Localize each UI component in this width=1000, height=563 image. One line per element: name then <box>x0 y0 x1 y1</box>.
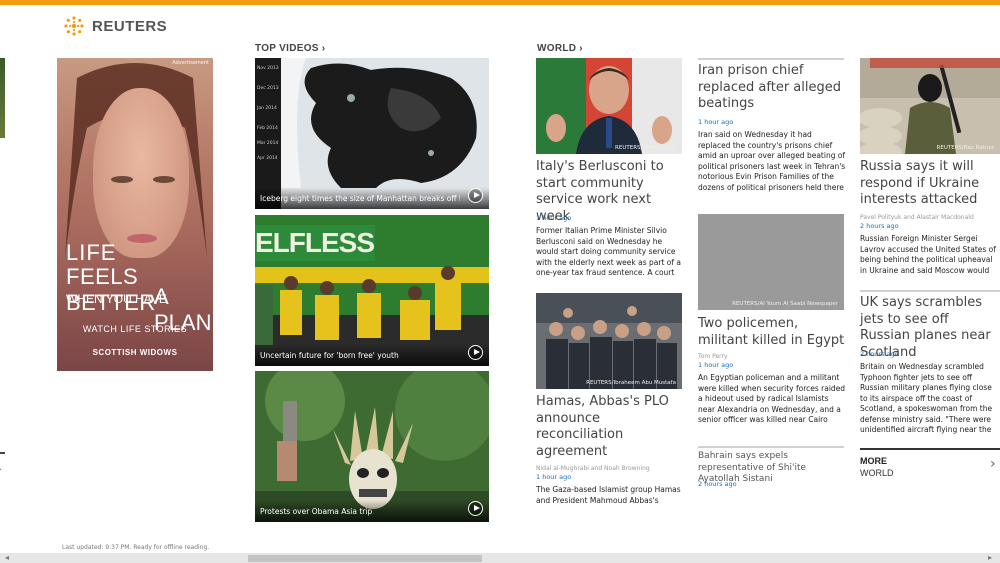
video-caption: Protests over Obama Asia trip <box>260 507 373 516</box>
article-summary: Iran said on Wednesday it had replaced t… <box>698 130 846 192</box>
video-thumbnail-satellite <box>281 58 489 188</box>
ad-lips <box>127 234 157 243</box>
video-date: Jan 2014 <box>257 106 277 111</box>
section-header-world[interactable]: WORLD › <box>537 43 583 54</box>
article-byline: Tom Perry <box>698 353 728 360</box>
video-tile-born-free[interactable]: ELFLESS Uncertain future for 'born free'… <box>255 215 489 366</box>
advertisement[interactable]: Advertisement LIFE FEELS BETTER WHEN YOU… <box>57 58 213 371</box>
article-time: 2 hours ago <box>860 350 899 358</box>
article-headline[interactable]: Two policemen, militant killed in Egypt <box>698 316 846 349</box>
article-summary: Russian Foreign Minister Sergei Lavrov a… <box>860 234 996 275</box>
video-date: Mar 2014 <box>257 141 279 146</box>
article-time: 1 hour ago <box>536 214 572 222</box>
article-time: 1 hour ago <box>698 361 734 369</box>
scroll-right-arrow-icon[interactable]: ▸ <box>988 553 992 562</box>
article-time: 1 hour ago <box>536 473 572 481</box>
article-summary: An Egyptian policeman and a militant wer… <box>698 373 846 427</box>
ad-model-face <box>93 88 189 258</box>
article-image-russia[interactable]: REUTERS/Baz Ratner <box>860 58 1000 154</box>
video-caption: Uncertain future for 'born free' youth <box>260 351 399 360</box>
article-divider <box>698 58 844 60</box>
video-date: Feb 2014 <box>257 126 278 131</box>
article-byline: Nidal al-Mughrabi and Noah Browning <box>536 465 650 472</box>
article-divider <box>860 290 1000 292</box>
article-divider <box>698 446 844 448</box>
chevron-right-icon: › <box>321 43 326 54</box>
top-accent-bar <box>0 0 1000 5</box>
more-divider <box>860 448 1000 450</box>
article-image-berlusconi[interactable]: REUTERS/Remo Casilli <box>536 58 682 154</box>
article-headline[interactable]: Hamas, Abbas's PLO announce reconciliati… <box>536 394 684 460</box>
article-time: 2 hours ago <box>698 480 737 488</box>
article-time: 1 hour ago <box>698 118 734 126</box>
video-date: Nov 2013 <box>257 66 279 71</box>
brand-name: REUTERS <box>92 17 168 35</box>
video-date: Apr 2014 <box>257 156 278 161</box>
chevron-right-icon[interactable]: › <box>990 456 996 472</box>
video-tile-obama-protest[interactable]: Protests over Obama Asia trip <box>255 371 489 522</box>
article-image-egypt[interactable]: REUTERS/Al Youm Al Saabi Newspaper <box>698 214 844 310</box>
more-world-link[interactable]: MORE <box>860 456 887 466</box>
play-icon[interactable] <box>468 345 483 360</box>
reuters-logo-icon <box>64 16 84 36</box>
play-icon[interactable] <box>468 188 483 203</box>
last-updated-status: Last updated: 9:37 PM. Ready for offline… <box>62 544 210 551</box>
section-header-top-videos[interactable]: TOP VIDEOS › <box>255 43 325 54</box>
article-summary: Britain on Wednesday scrambled Typhoon f… <box>860 362 993 436</box>
photo-credit: REUTERS/Ibraheem Abu Mustafa <box>586 380 676 386</box>
article-summary: Former Italian Prime Minister Silvio Ber… <box>536 226 682 280</box>
article-headline[interactable]: Iran prison chief replaced after alleged… <box>698 63 846 113</box>
article-byline: Pavel Polityuk and Alastair Macdonald <box>860 214 974 221</box>
article-summary: The Gaza-based Islamist group Hamas and … <box>536 485 681 505</box>
video-tile-iceberg[interactable]: Nov 2013 Dec 2013 Jan 2014 Feb 2014 Mar … <box>255 58 489 209</box>
article-image-hamas[interactable]: REUTERS/Ibraheem Abu Mustafa <box>536 293 682 389</box>
ad-line-3: WHEN YOU HAVE <box>66 292 167 306</box>
ad-right-eye <box>153 176 175 183</box>
photo-credit: REUTERS/Baz Ratner <box>936 145 994 151</box>
reuters-logo[interactable]: REUTERS <box>62 14 167 38</box>
play-icon[interactable] <box>468 501 483 516</box>
ad-cta: WATCH LIFE STORIES <box>82 324 188 334</box>
ad-left-eye <box>111 176 133 183</box>
article-photo <box>860 58 1000 154</box>
ad-label: Advertisement <box>172 60 209 66</box>
scrollbar-thumb[interactable] <box>248 555 482 562</box>
article-time: 2 hours ago <box>860 222 899 230</box>
ad-line-1: LIFE <box>66 240 117 265</box>
video-date: Dec 2013 <box>257 86 279 91</box>
video-caption: Iceberg eight times the size of Manhatta… <box>260 194 460 203</box>
previous-section-image[interactable] <box>0 58 5 138</box>
article-headline[interactable]: Russia says it will respond if Ukraine i… <box>860 159 1000 209</box>
scroll-left-arrow-icon[interactable]: ◂ <box>5 553 9 562</box>
article-photo <box>536 293 682 389</box>
photo-credit: REUTERS/Remo Casilli <box>615 145 676 151</box>
horizontal-scrollbar[interactable] <box>0 553 1000 563</box>
section-title-top-videos: TOP VIDEOS <box>255 43 319 54</box>
photo-credit: REUTERS/Al Youm Al Saabi Newspaper <box>732 301 838 307</box>
more-world-section[interactable]: WORLD <box>860 468 894 478</box>
chevron-left-icon[interactable]: › <box>0 462 2 476</box>
chevron-right-icon: › <box>579 43 583 54</box>
previous-section-rule <box>0 452 5 454</box>
section-title-world: WORLD <box>537 43 577 54</box>
ad-brand: SCOTTISH WIDOWS <box>92 348 178 357</box>
article-photo <box>536 58 682 154</box>
